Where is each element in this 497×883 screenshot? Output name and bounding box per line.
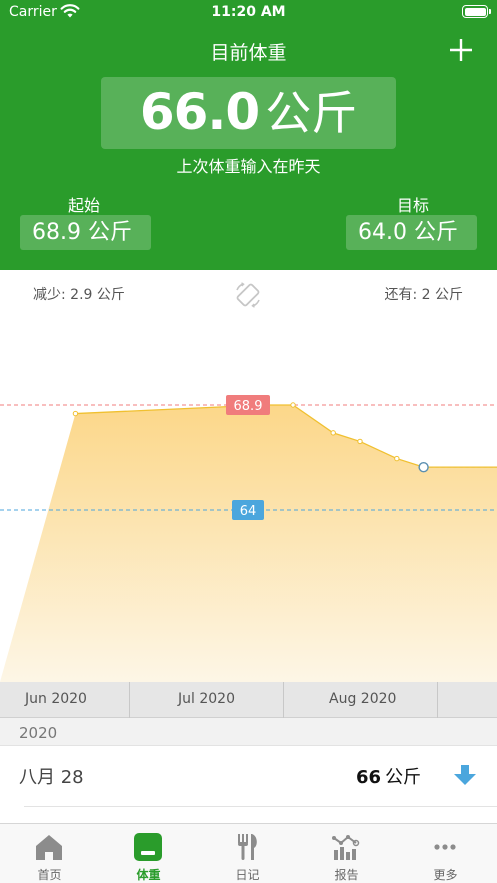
- tab-diary[interactable]: 日记: [198, 824, 297, 883]
- tab-diary-label: 日记: [235, 868, 260, 882]
- data-point[interactable]: [290, 402, 296, 408]
- home-icon: [36, 835, 62, 860]
- more-icon: [434, 844, 456, 850]
- weight-chart[interactable]: 68.9 64: [0, 318, 497, 682]
- year-section-header: 2020: [0, 718, 497, 746]
- data-point[interactable]: [394, 455, 400, 462]
- latest-data-point[interactable]: [418, 461, 429, 473]
- battery-icon: [462, 5, 491, 18]
- month-divider: [129, 682, 130, 718]
- entry-weight-unit: 公斤: [385, 767, 422, 788]
- goal-line-label: 64: [240, 504, 257, 519]
- last-entry-note: 上次体重输入在昨天: [176, 157, 321, 176]
- start-weight-label: 起始: [68, 196, 101, 215]
- weight-entry-row[interactable]: 八月 28 66 公斤: [0, 746, 497, 806]
- month-label-aug: Aug 2020: [329, 691, 397, 707]
- tab-home-label: 首页: [37, 868, 62, 882]
- tab-more[interactable]: 更多: [396, 824, 495, 883]
- status-time: 11:20 AM: [211, 4, 286, 20]
- page-title: 目前体重: [210, 42, 287, 64]
- current-weight-unit: 公斤: [265, 86, 358, 140]
- tab-bar: 首页 体重 日记 报告 更多: [0, 823, 497, 883]
- weight-area: [0, 405, 497, 682]
- tab-report-label: 报告: [334, 868, 359, 882]
- tab-weight-label: 体重: [136, 868, 161, 882]
- entry-date: 八月 28: [19, 767, 84, 788]
- data-point[interactable]: [357, 438, 363, 445]
- data-point[interactable]: [330, 430, 336, 436]
- month-axis: Jun 2020 Jul 2020 Aug 2020: [0, 682, 497, 718]
- rotate-screen-icon[interactable]: [233, 280, 263, 310]
- start-line-label: 68.9: [234, 399, 263, 414]
- data-point[interactable]: [72, 410, 79, 417]
- tab-more-label: 更多: [433, 868, 458, 882]
- month-label-jun: Jun 2020: [25, 691, 87, 707]
- header: Carrier 11:20 AM 目前体重 66.0 公斤 上次体重输入在昨天 起…: [0, 0, 497, 270]
- down-arrow-icon: [454, 765, 476, 785]
- start-line-badge: 68.9: [226, 395, 270, 415]
- current-weight-value: 66.0: [139, 83, 260, 141]
- row-divider: [24, 806, 497, 807]
- plus-icon: [450, 39, 472, 61]
- entry-weight-value: 66: [356, 767, 382, 788]
- weight-loss-text: 减少: 2.9 公斤: [33, 287, 125, 303]
- month-divider: [283, 682, 284, 718]
- goal-line-badge: 64: [232, 500, 264, 520]
- tab-report[interactable]: 报告: [297, 824, 396, 883]
- summary-row: 减少: 2.9 公斤 还有: 2 公斤: [0, 270, 497, 318]
- goal-weight-label: 目标: [396, 196, 429, 215]
- tab-home[interactable]: 首页: [0, 824, 99, 883]
- month-divider: [437, 682, 438, 718]
- utensils-icon: [238, 834, 257, 860]
- start-weight-value[interactable]: 68.9 公斤: [20, 215, 151, 250]
- add-weight-button[interactable]: [447, 36, 475, 64]
- remaining-text: 还有: 2 公斤: [384, 287, 463, 303]
- report-chart-icon: [332, 835, 360, 860]
- current-weight-box: 66.0 公斤: [101, 77, 396, 149]
- status-bar: Carrier 11:20 AM: [0, 0, 497, 26]
- month-label-jul: Jul 2020: [178, 691, 235, 707]
- tab-weight[interactable]: 体重: [99, 824, 198, 883]
- entry-weight: 66 公斤: [356, 763, 421, 789]
- scale-icon: [134, 833, 162, 861]
- goal-weight-value[interactable]: 64.0 公斤: [346, 215, 477, 250]
